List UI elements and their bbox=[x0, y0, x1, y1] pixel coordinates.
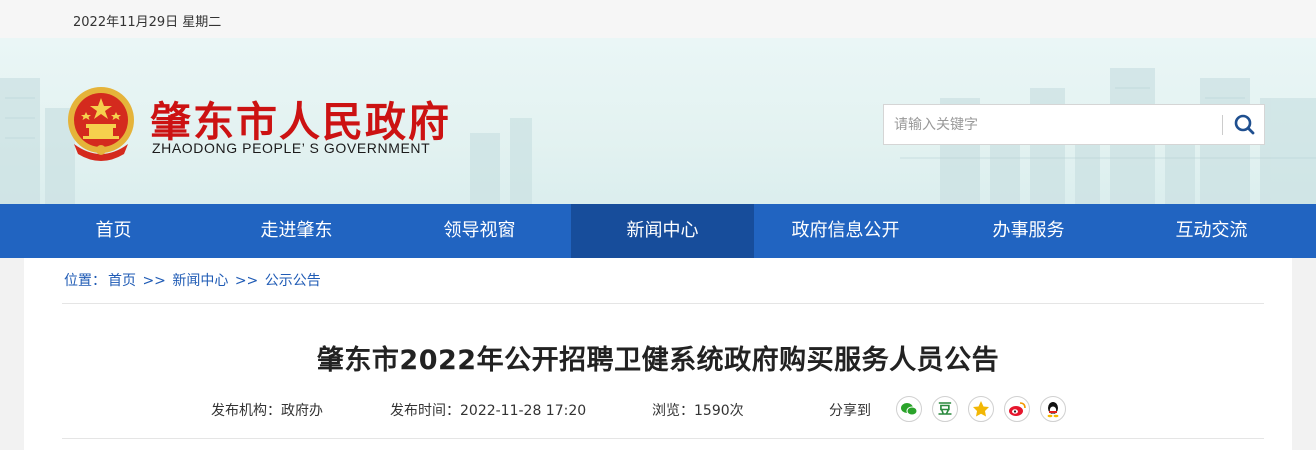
publisher-label: 发布机构： bbox=[211, 403, 281, 419]
search-divider bbox=[1222, 115, 1223, 135]
breadcrumb: 位置： 首页 >> 新闻中心 >> 公示公告 bbox=[64, 270, 323, 290]
breadcrumb-home[interactable]: 首页 bbox=[108, 273, 136, 289]
weibo-icon[interactable] bbox=[1004, 396, 1030, 422]
main-nav: 首页 走进肇东 领导视窗 新闻中心 政府信息公开 办事服务 互动交流 bbox=[0, 204, 1316, 258]
time-label: 发布时间： bbox=[390, 403, 460, 419]
nav-item-news[interactable]: 新闻中心 bbox=[571, 204, 754, 258]
header-banner: 肇东市人民政府 ZHAODONG PEOPLE’ S GOVERNMENT bbox=[0, 38, 1316, 204]
time-value: 2022-11-28 17:20 bbox=[460, 403, 587, 419]
article-publisher: 发布机构：政府办 bbox=[211, 400, 323, 420]
nav-item-services[interactable]: 办事服务 bbox=[937, 204, 1120, 258]
nav-item-about[interactable]: 走进肇东 bbox=[205, 204, 388, 258]
qzone-icon[interactable] bbox=[968, 396, 994, 422]
douban-icon[interactable]: 豆 bbox=[932, 396, 958, 422]
share-label: 分享到 bbox=[829, 403, 871, 419]
nav-item-home[interactable]: 首页 bbox=[22, 204, 205, 258]
wechat-icon[interactable] bbox=[896, 396, 922, 422]
breadcrumb-separator: >> bbox=[234, 273, 259, 289]
divider bbox=[62, 303, 1264, 304]
nav-item-leaders[interactable]: 领导视窗 bbox=[388, 204, 571, 258]
breadcrumb-separator: >> bbox=[142, 273, 166, 289]
views-label: 浏览： bbox=[652, 403, 694, 419]
search-button[interactable] bbox=[1226, 108, 1262, 142]
breadcrumb-prefix: 位置： bbox=[64, 273, 106, 289]
publisher-value: 政府办 bbox=[281, 403, 323, 419]
breadcrumb-notices[interactable]: 公示公告 bbox=[265, 273, 321, 289]
current-date: 2022年11月29日 星期二 bbox=[73, 15, 222, 30]
nav-item-interaction[interactable]: 互动交流 bbox=[1120, 204, 1303, 258]
national-emblem-icon bbox=[68, 87, 134, 161]
article-views: 浏览：1590次 bbox=[652, 400, 744, 420]
views-value: 1590次 bbox=[694, 403, 744, 419]
top-bar: 2022年11月29日 星期二 bbox=[0, 0, 1316, 38]
search-icon bbox=[1234, 114, 1255, 135]
nav-item-gov-info[interactable]: 政府信息公开 bbox=[754, 204, 937, 258]
article-container: 位置： 首页 >> 新闻中心 >> 公示公告 肇东市2022年公开招聘卫健系统政府… bbox=[24, 258, 1292, 450]
breadcrumb-news[interactable]: 新闻中心 bbox=[172, 273, 228, 289]
article-publish-time: 发布时间：2022-11-28 17:20 bbox=[390, 400, 586, 420]
divider bbox=[62, 438, 1264, 439]
search-input[interactable] bbox=[894, 113, 1214, 137]
svg-text:豆: 豆 bbox=[938, 402, 952, 418]
qq-icon[interactable] bbox=[1040, 396, 1066, 422]
article-title: 肇东市2022年公开招聘卫健系统政府购买服务人员公告 bbox=[316, 345, 1000, 376]
search-box bbox=[883, 104, 1265, 145]
site-title: 肇东市人民政府 bbox=[150, 98, 451, 146]
site-title-english: ZHAODONG PEOPLE’ S GOVERNMENT bbox=[152, 140, 431, 156]
